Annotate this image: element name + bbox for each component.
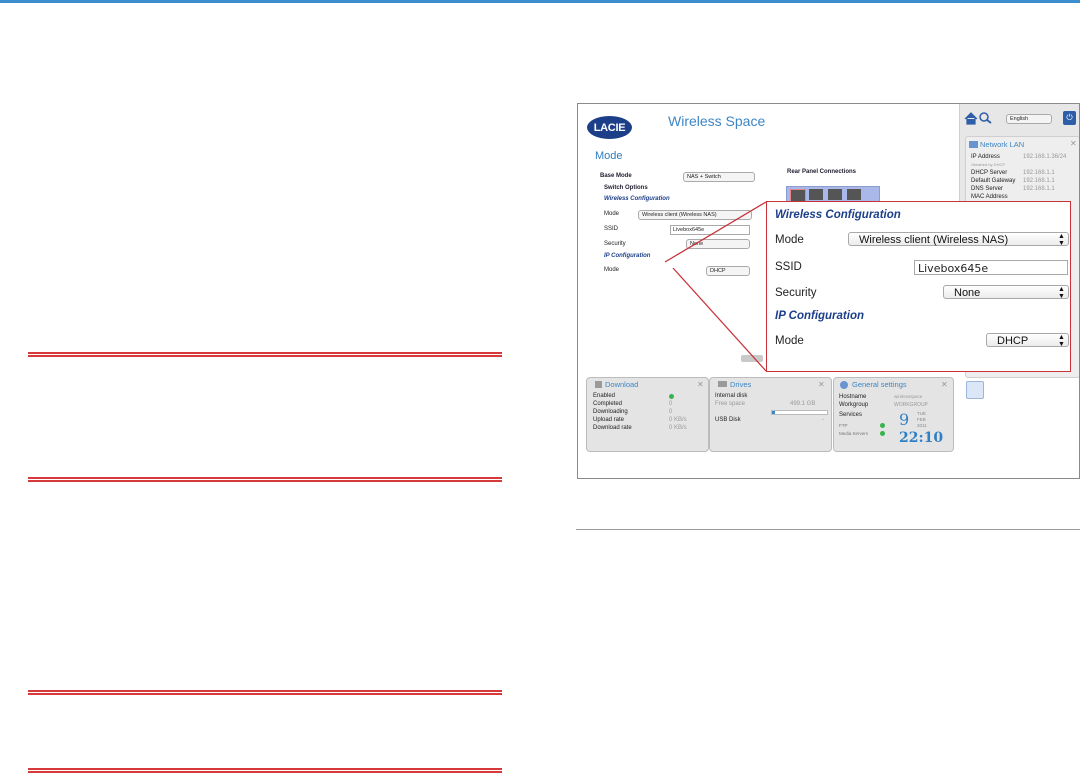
download-icon <box>595 381 602 388</box>
top-accent-line <box>0 0 1080 3</box>
status-green-icon <box>880 423 885 428</box>
ftp-label: FTP <box>839 423 848 428</box>
internal-disk-label: Internal disk <box>715 393 748 399</box>
zoom-callout: Wireless Configuration Mode Wireless cli… <box>766 201 1071 372</box>
hostname-label: Hostname <box>839 394 867 400</box>
date-year: 2011 <box>917 423 927 428</box>
mode-heading: Mode <box>595 150 623 162</box>
network-lan-title: Network LAN <box>980 140 1025 149</box>
search-icon[interactable] <box>978 111 992 124</box>
gear-icon <box>840 381 848 389</box>
enabled-label: Enabled <box>593 393 616 399</box>
date-weekday: TUE <box>917 411 926 416</box>
close-icon[interactable]: ✕ <box>1070 139 1077 148</box>
dns-label: DNS Server <box>971 186 1004 192</box>
upload-rate-value: 0 KB/s <box>669 417 687 423</box>
status-green-icon <box>880 431 885 436</box>
free-space-label: Free space <box>715 401 746 407</box>
download-widget: Download ✕ Enabled Completed 0 Downloadi… <box>586 377 709 452</box>
dhcp-value: 192.168.1.1 <box>1023 170 1055 176</box>
usb-disk-label: USB Disk <box>715 417 741 423</box>
base-mode-select[interactable]: NAS + Switch <box>683 172 755 182</box>
drives-title: Drives <box>730 380 752 389</box>
lacie-logo: LACIE <box>587 116 632 139</box>
upload-rate-label: Upload rate <box>593 417 625 423</box>
mac-label: MAC Address <box>971 194 1008 200</box>
zoom-security-select[interactable]: None ▲ ▼ <box>943 285 1069 300</box>
general-settings-title: General settings <box>852 380 907 389</box>
zoom-ip-mode-label: Mode <box>775 335 804 347</box>
status-green-icon <box>669 394 674 399</box>
base-mode-label: Base Mode <box>600 173 632 179</box>
date-day: 9 <box>899 410 910 429</box>
zoom-ssid-label: SSID <box>775 261 802 273</box>
drive-icon <box>718 381 727 387</box>
network-icon <box>969 141 978 148</box>
callout-lines <box>664 201 767 372</box>
ip-mode-label: Mode <box>604 267 620 273</box>
ip-label: IP Address <box>971 154 1000 160</box>
security-label: Security <box>604 241 626 247</box>
add-widget-icon[interactable] <box>966 381 984 399</box>
mode-label: Mode <box>604 211 620 217</box>
gateway-value: 192.168.1.1 <box>1023 178 1055 184</box>
free-space-value: 499.1 GB <box>790 401 816 407</box>
completed-value: 0 <box>669 401 673 407</box>
completed-label: Completed <box>593 401 623 407</box>
power-icon[interactable]: ⏻ <box>1063 111 1076 125</box>
switch-options-heading: Switch Options <box>604 185 648 191</box>
disk-usage-bar <box>771 410 828 415</box>
download-rate-value: 0 KB/s <box>669 425 687 431</box>
download-title: Download <box>605 380 639 389</box>
dns-value: 192.168.1.1 <box>1023 186 1055 192</box>
drives-widget: Drives ✕ Internal disk Free space 499.1 … <box>709 377 832 452</box>
ip-value: 192.168.1.36/24 <box>1023 154 1067 160</box>
obtained-label: Obtained by DHCP <box>971 162 1006 167</box>
zoom-mode-label: Mode <box>775 234 804 246</box>
app-title: Wireless Space <box>668 113 766 129</box>
zoom-ssid-input[interactable]: Livebox645e <box>914 260 1068 275</box>
workgroup-label: Workgroup <box>839 402 869 408</box>
media-servers-label: Media Servers <box>839 431 869 436</box>
rear-panel-heading: Rear Panel Connections <box>787 169 857 175</box>
zoom-security-label: Security <box>775 287 817 299</box>
zoom-ip-mode-select[interactable]: DHCP ▲ ▼ <box>986 333 1069 348</box>
close-icon[interactable]: ✕ <box>818 380 825 389</box>
zoom-wireless-config-heading: Wireless Configuration <box>775 209 901 221</box>
services-label: Services <box>839 412 863 418</box>
close-icon[interactable]: ✕ <box>697 380 704 389</box>
ip-config-heading: IP Configuration <box>604 253 651 259</box>
language-select[interactable]: English <box>1006 114 1052 124</box>
red-divider-rule <box>28 690 502 695</box>
red-divider-rule <box>28 768 502 773</box>
zoom-ip-config-heading: IP Configuration <box>775 310 865 322</box>
red-divider-rule <box>28 352 502 357</box>
general-settings-widget: General settings ✕ Hostname wirelessspac… <box>833 377 954 452</box>
ssid-label: SSID <box>604 226 619 232</box>
hostname-value: wirelessspace <box>894 394 923 399</box>
download-rate-label: Download rate <box>593 425 632 431</box>
date-month: FEB <box>917 417 926 422</box>
red-divider-rule <box>28 477 502 482</box>
downloading-label: Downloading <box>593 409 628 415</box>
downloading-value: 0 <box>669 409 673 415</box>
close-icon[interactable]: ✕ <box>941 380 948 389</box>
gateway-label: Default Gateway <box>971 178 1016 184</box>
dhcp-label: DHCP Server <box>971 170 1008 176</box>
home-icon[interactable] <box>964 112 978 125</box>
usb-disk-value: - <box>822 417 824 423</box>
workgroup-value: WORKGROUP <box>894 402 928 408</box>
zoom-wireless-mode-select[interactable]: Wireless client (Wireless NAS) ▲ ▼ <box>848 232 1069 247</box>
clock-time: 22:10 <box>899 430 944 446</box>
caption-divider <box>576 529 1080 530</box>
